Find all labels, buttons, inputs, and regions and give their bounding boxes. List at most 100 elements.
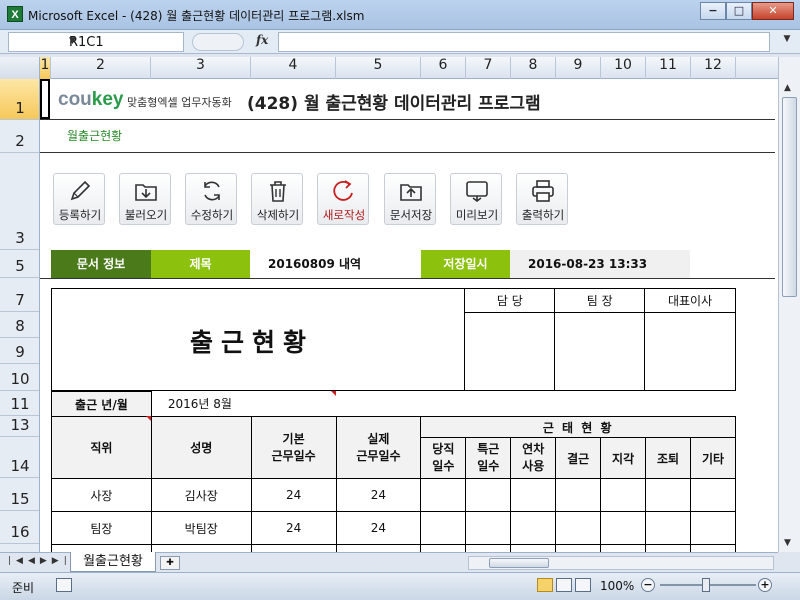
cell-base-days[interactable]: 24 bbox=[250, 511, 337, 545]
chevron-down-icon[interactable]: ▼ bbox=[69, 36, 179, 46]
cell-empty[interactable] bbox=[555, 511, 602, 545]
cell-empty[interactable] bbox=[150, 544, 252, 552]
column-header[interactable]: 10 bbox=[601, 57, 646, 79]
row-header[interactable]: 5 bbox=[0, 250, 39, 278]
scroll-up-icon[interactable]: ▲ bbox=[784, 83, 791, 93]
cell-empty[interactable] bbox=[600, 511, 647, 545]
column-header[interactable]: 7 bbox=[466, 57, 511, 79]
row-header[interactable]: 11 bbox=[0, 391, 39, 416]
column-header[interactable]: 1 bbox=[40, 57, 51, 79]
cell-empty[interactable] bbox=[690, 478, 736, 512]
approval-sign-cell[interactable] bbox=[644, 312, 736, 391]
approval-sign-cell[interactable] bbox=[554, 312, 646, 391]
sheet-tab[interactable]: 월출근현황 bbox=[70, 552, 156, 572]
close-button[interactable]: ✕ bbox=[752, 2, 794, 20]
row-header[interactable]: 3 bbox=[0, 153, 39, 250]
cell-base-days[interactable]: 24 bbox=[250, 478, 337, 512]
column-header[interactable]: 6 bbox=[421, 57, 466, 79]
delete-button[interactable]: 삭제하기 bbox=[251, 173, 303, 225]
maximize-button[interactable]: □ bbox=[726, 2, 752, 20]
row-header[interactable]: 2 bbox=[0, 120, 39, 153]
cell-actual-days[interactable]: 24 bbox=[335, 511, 422, 545]
cell-name[interactable]: 박팀장 bbox=[150, 511, 252, 545]
cell-empty[interactable] bbox=[420, 478, 467, 512]
cell-empty[interactable] bbox=[690, 544, 736, 552]
cell-empty[interactable] bbox=[51, 544, 152, 552]
normal-view-icon[interactable] bbox=[537, 578, 553, 592]
row-header[interactable]: 10 bbox=[0, 364, 39, 391]
zoom-level[interactable]: 100% bbox=[600, 579, 634, 593]
column-header[interactable]: 3 bbox=[151, 57, 251, 79]
row-header[interactable]: 15 bbox=[0, 478, 39, 511]
cell-empty[interactable] bbox=[420, 511, 467, 545]
excel-app-icon[interactable]: X bbox=[7, 6, 23, 22]
cell-actual-days[interactable]: 24 bbox=[335, 478, 422, 512]
macro-record-icon[interactable] bbox=[56, 578, 72, 592]
cell-empty[interactable] bbox=[645, 511, 691, 545]
insert-function-button[interactable]: fx bbox=[256, 33, 268, 47]
edit-button[interactable]: 수정하기 bbox=[185, 173, 237, 225]
approval-sign-cell[interactable] bbox=[464, 312, 556, 391]
cell-empty[interactable] bbox=[555, 544, 602, 552]
page-layout-view-icon[interactable] bbox=[556, 578, 572, 592]
column-header[interactable]: 4 bbox=[251, 57, 336, 79]
zoom-slider-thumb[interactable] bbox=[702, 578, 710, 592]
year-month-value[interactable]: 2016년 8월 bbox=[150, 391, 341, 417]
cell-empty[interactable] bbox=[420, 544, 467, 552]
row-header[interactable]: 14 bbox=[0, 437, 39, 478]
column-header[interactable]: 8 bbox=[511, 57, 556, 79]
row-header[interactable]: 13 bbox=[0, 416, 39, 437]
column-header[interactable]: 5 bbox=[336, 57, 421, 79]
cell-empty[interactable] bbox=[335, 544, 422, 552]
cell-empty[interactable] bbox=[510, 511, 557, 545]
cell-name[interactable]: 김사장 bbox=[150, 478, 252, 512]
comment-indicator[interactable] bbox=[331, 391, 336, 396]
cell-empty[interactable] bbox=[645, 478, 691, 512]
cell-empty[interactable] bbox=[510, 478, 557, 512]
worksheet[interactable]: coukey 맞춤형엑셀 업무자동화 (428) 월 출근현황 데이터관리 프로… bbox=[40, 79, 778, 552]
row-header[interactable]: 9 bbox=[0, 338, 39, 364]
cell-empty[interactable] bbox=[510, 544, 557, 552]
new-button[interactable]: 새로작성 bbox=[317, 173, 369, 225]
column-header[interactable]: 11 bbox=[646, 57, 691, 79]
row-header[interactable]: 1 bbox=[0, 79, 39, 120]
new-sheet-icon[interactable]: ✚ bbox=[160, 556, 180, 570]
sheet-nav-arrows-icon[interactable]: |◀◀▶▶| bbox=[8, 556, 72, 566]
cell-empty[interactable] bbox=[600, 478, 647, 512]
cell-empty[interactable] bbox=[600, 544, 647, 552]
cell-empty[interactable] bbox=[690, 511, 736, 545]
cell-empty[interactable] bbox=[250, 544, 337, 552]
name-box[interactable]: R1C1 ▼ bbox=[8, 32, 184, 52]
horizontal-scroll-thumb[interactable] bbox=[489, 558, 549, 568]
zoom-in-button[interactable]: + bbox=[758, 578, 772, 592]
column-header[interactable]: 9 bbox=[556, 57, 601, 79]
select-all-corner[interactable] bbox=[0, 57, 40, 79]
cell-empty[interactable] bbox=[465, 511, 512, 545]
preview-button[interactable]: 미리보기 bbox=[450, 173, 502, 225]
print-button[interactable]: 출력하기 bbox=[516, 173, 568, 225]
column-header[interactable]: 2 bbox=[51, 57, 151, 79]
subject-value[interactable]: 20160809 내역 bbox=[250, 250, 421, 278]
page-break-view-icon[interactable] bbox=[575, 578, 591, 592]
cell-empty[interactable] bbox=[465, 478, 512, 512]
cell-empty[interactable] bbox=[555, 478, 602, 512]
vertical-scroll-thumb[interactable] bbox=[782, 97, 797, 297]
row-header[interactable]: 8 bbox=[0, 312, 39, 338]
minimize-button[interactable]: − bbox=[700, 2, 726, 20]
column-header[interactable]: 12 bbox=[691, 57, 736, 79]
row-header[interactable]: 16 bbox=[0, 511, 39, 544]
cell-position[interactable]: 사장 bbox=[51, 478, 152, 512]
cell-position[interactable]: 팀장 bbox=[51, 511, 152, 545]
zoom-out-button[interactable]: − bbox=[641, 578, 655, 592]
vertical-scrollbar[interactable]: ▲ ▼ bbox=[778, 57, 800, 552]
row-header[interactable]: 7 bbox=[0, 278, 39, 312]
save-button[interactable]: 문서저장 bbox=[384, 173, 436, 225]
formula-input[interactable] bbox=[278, 32, 770, 52]
scroll-down-icon[interactable]: ▼ bbox=[784, 538, 791, 548]
expand-formula-icon[interactable]: ▼ bbox=[780, 34, 794, 50]
load-button[interactable]: 불러오기 bbox=[119, 173, 171, 225]
cell-empty[interactable] bbox=[465, 544, 512, 552]
cell-empty[interactable] bbox=[645, 544, 691, 552]
comment-indicator[interactable] bbox=[146, 416, 151, 421]
register-button[interactable]: 등록하기 bbox=[53, 173, 105, 225]
